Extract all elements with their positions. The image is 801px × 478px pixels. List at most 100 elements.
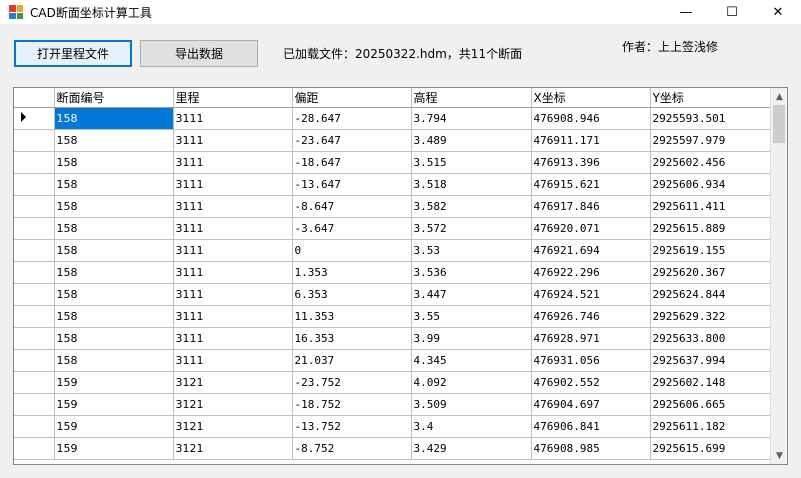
row-header[interactable] xyxy=(14,437,55,460)
table-cell[interactable]: 3121 xyxy=(173,393,293,416)
table-row[interactable]: 158 3111 -13.647 3.518 476915.621 2925606.934 xyxy=(14,173,772,196)
row-header[interactable] xyxy=(14,393,55,416)
table-cell[interactable]: 158 xyxy=(54,239,174,262)
table-cell[interactable]: -13.752 xyxy=(292,415,412,438)
table-row[interactable]: 158 3111 -28.647 3.794 476908.946 2925593.501 xyxy=(14,107,772,130)
row-header[interactable] xyxy=(14,415,55,438)
column-header[interactable]: 偏距 xyxy=(292,88,412,108)
scroll-down-icon[interactable]: ▼ xyxy=(771,447,787,464)
data-grid[interactable]: 断面编号 里程 偏距 高程 X坐标 Y坐标 158 3111 -28.647 3.79… xyxy=(13,87,788,465)
table-cell[interactable]: 158 xyxy=(54,261,174,284)
vertical-scrollbar[interactable]: ▲ ▼ xyxy=(770,88,787,464)
table-cell[interactable]: 158 xyxy=(54,217,174,240)
table-cell[interactable]: 476931.056 xyxy=(531,349,651,372)
table-cell[interactable]: 3111 xyxy=(173,283,293,306)
table-cell[interactable]: -23.647 xyxy=(292,129,412,152)
close-button[interactable]: ✕ xyxy=(755,0,801,24)
table-cell[interactable]: 2925602.148 xyxy=(650,371,772,394)
table-cell[interactable]: 2925620.367 xyxy=(650,261,772,284)
table-cell[interactable]: 2925611.411 xyxy=(650,195,772,218)
table-row[interactable]: 158 3111 -3.647 3.572 476920.071 2925615.889 xyxy=(14,217,772,240)
table-cell[interactable]: 4.092 xyxy=(411,371,532,394)
table-cell[interactable]: 3111 xyxy=(173,151,293,174)
table-cell[interactable]: 476915.621 xyxy=(531,173,651,196)
export-data-button[interactable]: 导出数据 xyxy=(140,40,258,67)
table-cell[interactable]: 476928.971 xyxy=(531,327,651,350)
table-row[interactable]: 158 3111 -18.647 3.515 476913.396 2925602.456 xyxy=(14,151,772,174)
table-cell[interactable]: -28.647 xyxy=(292,107,412,130)
table-cell[interactable]: 3.53 xyxy=(411,239,532,262)
scroll-up-icon[interactable]: ▲ xyxy=(771,88,787,105)
row-header[interactable] xyxy=(14,195,55,218)
column-header[interactable]: 断面编号 xyxy=(54,88,174,108)
table-cell[interactable]: 476924.521 xyxy=(531,283,651,306)
table-cell[interactable]: 158 xyxy=(54,327,174,350)
row-header[interactable] xyxy=(14,349,55,372)
table-cell[interactable]: 159 xyxy=(54,415,174,438)
table-cell[interactable]: 476906.841 xyxy=(531,415,651,438)
table-cell[interactable]: 2925606.934 xyxy=(650,173,772,196)
table-cell[interactable]: 3121 xyxy=(173,437,293,460)
table-cell[interactable]: 3111 xyxy=(173,327,293,350)
table-cell[interactable]: 3111 xyxy=(173,107,293,130)
table-cell[interactable]: 476908.985 xyxy=(531,437,651,460)
open-mileage-file-button[interactable]: 打开里程文件 xyxy=(14,40,132,67)
scroll-thumb[interactable] xyxy=(773,105,785,143)
table-cell[interactable]: -18.752 xyxy=(292,393,412,416)
table-cell[interactable]: 158 xyxy=(54,305,174,328)
table-cell[interactable]: 158 xyxy=(54,107,174,130)
table-cell[interactable]: 476921.694 xyxy=(531,239,651,262)
table-cell[interactable]: 3.794 xyxy=(411,107,532,130)
table-row[interactable]: 158 3111 -23.647 3.489 476911.171 2925597.979 xyxy=(14,129,772,152)
table-cell[interactable]: -8.647 xyxy=(292,195,412,218)
table-cell[interactable]: 3111 xyxy=(173,349,293,372)
table-cell[interactable]: 2925611.182 xyxy=(650,415,772,438)
table-cell[interactable]: 3.572 xyxy=(411,217,532,240)
row-header[interactable] xyxy=(14,371,55,394)
table-cell[interactable]: 2925615.889 xyxy=(650,217,772,240)
table-row[interactable]: 159 3121 -18.752 3.509 476904.697 2925606.665 xyxy=(14,393,772,416)
row-header[interactable] xyxy=(14,305,55,328)
table-cell[interactable]: 1.353 xyxy=(292,261,412,284)
table-cell[interactable]: 3.518 xyxy=(411,173,532,196)
table-cell[interactable]: 2925619.155 xyxy=(650,239,772,262)
table-cell[interactable]: 3.536 xyxy=(411,261,532,284)
table-cell[interactable]: -8.752 xyxy=(292,437,412,460)
table-cell[interactable]: 158 xyxy=(54,129,174,152)
row-header[interactable] xyxy=(14,107,55,130)
row-header[interactable] xyxy=(14,217,55,240)
table-cell[interactable]: 3121 xyxy=(173,415,293,438)
row-header[interactable] xyxy=(14,129,55,152)
table-cell[interactable]: 158 xyxy=(54,173,174,196)
row-header[interactable] xyxy=(14,151,55,174)
table-row[interactable]: 158 3111 16.353 3.99 476928.971 2925633.800 xyxy=(14,327,772,350)
table-row[interactable]: 159 3121 -8.752 3.429 476908.985 2925615.699 xyxy=(14,437,772,460)
table-cell[interactable]: 3111 xyxy=(173,239,293,262)
table-cell[interactable]: 476920.071 xyxy=(531,217,651,240)
table-cell[interactable]: 16.353 xyxy=(292,327,412,350)
table-cell[interactable]: 476908.946 xyxy=(531,107,651,130)
table-cell[interactable]: 2925597.979 xyxy=(650,129,772,152)
table-row[interactable]: 158 3111 21.037 4.345 476931.056 2925637.994 xyxy=(14,349,772,372)
table-row[interactable]: 158 3111 11.353 3.55 476926.746 2925629.322 xyxy=(14,305,772,328)
table-cell[interactable]: 476917.846 xyxy=(531,195,651,218)
table-row[interactable]: 158 3111 -8.647 3.582 476917.846 2925611.411 xyxy=(14,195,772,218)
table-cell[interactable]: 3111 xyxy=(173,261,293,284)
row-header[interactable] xyxy=(14,173,55,196)
table-cell[interactable]: 2925637.994 xyxy=(650,349,772,372)
table-cell[interactable]: 3.4 xyxy=(411,415,532,438)
table-cell[interactable]: 476913.396 xyxy=(531,151,651,174)
column-header[interactable]: Y坐标 xyxy=(650,88,772,108)
table-cell[interactable]: 3121 xyxy=(173,371,293,394)
maximize-button[interactable]: ☐ xyxy=(709,0,755,24)
table-cell[interactable]: -23.752 xyxy=(292,371,412,394)
table-cell[interactable]: 3111 xyxy=(173,195,293,218)
table-cell[interactable]: 158 xyxy=(54,283,174,306)
table-cell[interactable]: 476904.697 xyxy=(531,393,651,416)
table-cell[interactable]: 159 xyxy=(54,371,174,394)
table-row[interactable]: 159 3121 -13.752 3.4 476906.841 2925611.182 xyxy=(14,415,772,438)
table-cell[interactable]: 3111 xyxy=(173,129,293,152)
table-cell[interactable]: 3.99 xyxy=(411,327,532,350)
table-cell[interactable]: 159 xyxy=(54,437,174,460)
table-cell[interactable]: 3111 xyxy=(173,305,293,328)
